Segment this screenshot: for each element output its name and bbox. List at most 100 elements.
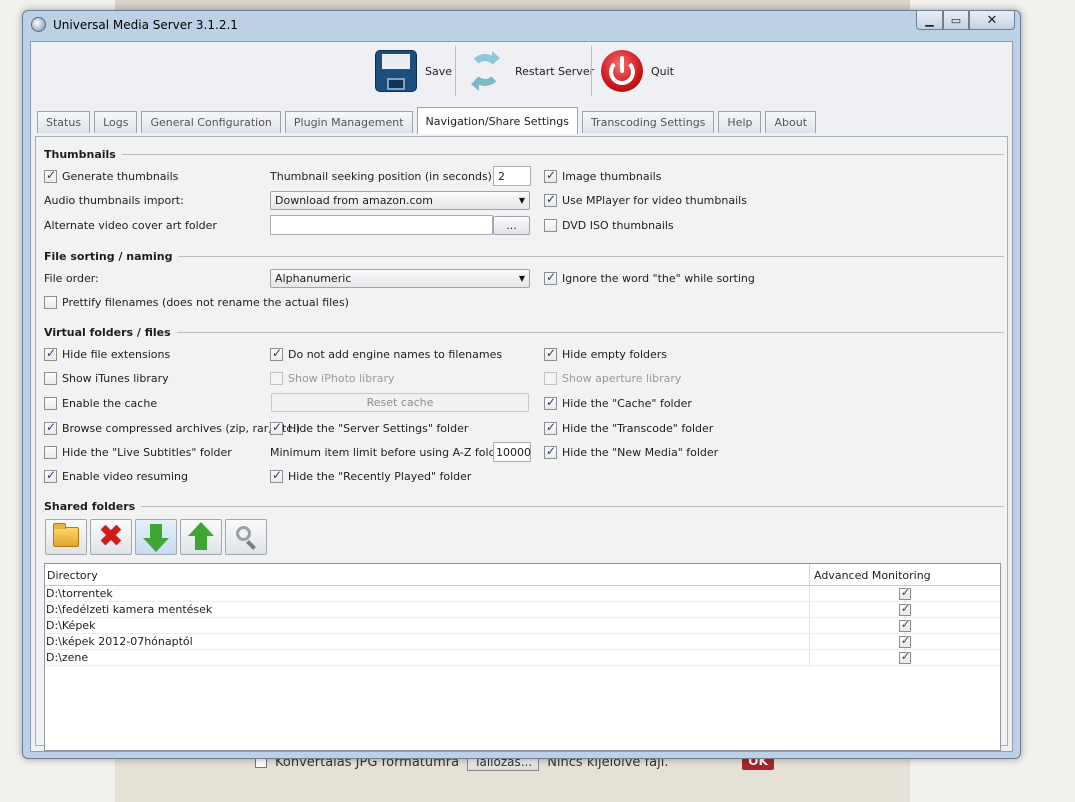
seek-position-input[interactable]: 2 — [493, 166, 531, 186]
hide-new-media-checkbox[interactable]: Hide the "New Media" folder — [544, 444, 718, 460]
table-row[interactable]: D:\Képek — [45, 617, 1000, 634]
column-header-advanced-monitoring[interactable]: Advanced Monitoring — [810, 564, 1000, 585]
mplayer-thumbnails-checkbox[interactable]: Use MPlayer for video thumbnails — [544, 192, 747, 208]
floppy-disk-icon — [375, 50, 417, 92]
save-button[interactable]: Save — [375, 46, 452, 96]
remove-folder-button[interactable]: ✖ — [90, 519, 132, 555]
checkbox-label: Show iPhoto library — [288, 371, 395, 385]
arrow-down-icon — [143, 524, 169, 552]
close-button[interactable]: ✕ — [969, 11, 1015, 30]
checkbox-box — [44, 396, 57, 410]
tab-help[interactable]: Help — [718, 111, 762, 133]
tab-general-configuration[interactable]: General Configuration — [141, 111, 281, 133]
shared-folders-section-header: Shared folders — [44, 499, 1004, 513]
quit-button[interactable]: Quit — [601, 46, 674, 96]
directory-cell: D:\fedélzeti kamera mentések — [45, 601, 810, 618]
table-row[interactable]: D:\képek 2012-07hónaptól — [45, 633, 1000, 650]
hide-transcode-folder-checkbox[interactable]: Hide the "Transcode" folder — [544, 420, 713, 436]
cover-art-folder-input[interactable] — [270, 215, 493, 235]
tab-about[interactable]: About — [765, 111, 817, 133]
no-engine-names-checkbox[interactable]: Do not add engine names to filenames — [270, 346, 502, 362]
advanced-monitoring-checkbox[interactable] — [899, 602, 911, 616]
minimize-icon: ▁ — [925, 13, 934, 27]
advanced-monitoring-checkbox[interactable] — [899, 650, 911, 664]
audio-thumbnails-select[interactable]: Download from amazon.com ▼ — [270, 191, 530, 210]
hide-empty-folders-checkbox[interactable]: Hide empty folders — [544, 346, 667, 362]
checkbox-label: DVD ISO thumbnails — [562, 218, 674, 232]
checkbox-box — [544, 371, 557, 385]
scan-folder-button[interactable] — [225, 519, 267, 555]
checkbox-box — [44, 371, 57, 385]
thumbnails-section-title: Thumbnails — [44, 147, 116, 161]
checkbox-box — [544, 444, 557, 459]
move-down-button[interactable] — [135, 519, 177, 555]
checkbox-label: Hide the "New Media" folder — [562, 445, 719, 459]
minimize-button[interactable]: ▁ — [916, 11, 943, 30]
checkbox-label: Prettify filenames (does not rename the … — [62, 295, 349, 309]
tab-transcoding-settings[interactable]: Transcoding Settings — [581, 111, 715, 133]
column-header-directory[interactable]: Directory — [45, 564, 810, 585]
app-icon — [31, 17, 46, 32]
checkbox-box — [270, 346, 283, 361]
monitoring-cell — [810, 586, 1000, 600]
directory-cell: D:\Képek — [45, 617, 810, 634]
hide-recently-played-checkbox[interactable]: Hide the "Recently Played" folder — [270, 468, 471, 484]
enable-video-resuming-checkbox[interactable]: Enable video resuming — [44, 468, 188, 484]
hide-server-settings-checkbox[interactable]: Hide the "Server Settings" folder — [270, 420, 468, 436]
checkbox-label: Use MPlayer for video thumbnails — [562, 193, 747, 207]
tab-status[interactable]: Status — [37, 111, 91, 133]
seek-position-label: Thumbnail seeking position (in seconds): — [270, 169, 496, 183]
dvd-iso-thumbnails-checkbox[interactable]: DVD ISO thumbnails — [544, 217, 674, 233]
checkbox-label: Do not add engine names to filenames — [288, 347, 503, 361]
prettify-filenames-checkbox[interactable]: Prettify filenames (does not rename the … — [44, 294, 349, 310]
title-bar[interactable]: Universal Media Server 3.1.2.1 ▁ ▭ ✕ — [23, 11, 1020, 39]
hide-file-extensions-checkbox[interactable]: Hide file extensions — [44, 346, 170, 362]
browse-cover-folder-button[interactable]: ... — [493, 216, 530, 235]
close-icon: ✕ — [986, 12, 998, 28]
table-row[interactable]: D:\torrentek — [45, 585, 1000, 602]
browse-archives-checkbox[interactable]: Browse compressed archives (zip, rar, et… — [44, 420, 300, 436]
file-order-select[interactable]: Alphanumeric ▼ — [270, 269, 530, 288]
tab-plugin-management[interactable]: Plugin Management — [284, 111, 413, 133]
checkbox-box — [544, 420, 557, 435]
cover-art-folder-label: Alternate video cover art folder — [44, 218, 217, 232]
checkbox-box — [270, 371, 283, 385]
add-folder-button[interactable] — [45, 519, 87, 555]
table-row[interactable]: D:\zene — [45, 649, 1000, 666]
checkbox-label: Show iTunes library — [62, 371, 169, 385]
advanced-monitoring-checkbox[interactable] — [899, 586, 911, 600]
checkbox-box — [544, 395, 557, 410]
ignore-the-checkbox[interactable]: Ignore the word "the" while sorting — [544, 270, 755, 286]
audio-thumbnails-label: Audio thumbnails import: — [44, 193, 184, 207]
dropdown-arrow-icon: ▼ — [518, 196, 525, 205]
app-window: Universal Media Server 3.1.2.1 ▁ ▭ ✕ Sav… — [22, 10, 1021, 759]
az-folder-limit-input[interactable]: 10000 — [493, 442, 531, 462]
table-header: Directory Advanced Monitoring — [45, 564, 1000, 586]
advanced-monitoring-checkbox[interactable] — [899, 618, 911, 632]
tab-navigation-share-settings[interactable]: Navigation/Share Settings — [416, 107, 578, 134]
checkbox-box — [544, 270, 557, 285]
checkbox-label: Hide the "Server Settings" folder — [288, 421, 469, 435]
hide-cache-folder-checkbox[interactable]: Hide the "Cache" folder — [544, 395, 692, 411]
maximize-button[interactable]: ▭ — [943, 11, 969, 30]
checkbox-box — [270, 420, 283, 435]
show-itunes-library-checkbox[interactable]: Show iTunes library — [44, 370, 169, 386]
table-row[interactable]: D:\fedélzeti kamera mentések — [45, 601, 1000, 618]
checkbox-label: Hide the "Transcode" folder — [562, 421, 714, 435]
generate-thumbnails-checkbox[interactable]: Generate thumbnails — [44, 168, 178, 184]
enable-cache-checkbox[interactable]: Enable the cache — [44, 395, 157, 411]
move-up-button[interactable] — [180, 519, 222, 555]
delete-x-icon: ✖ — [98, 519, 124, 554]
advanced-monitoring-checkbox[interactable] — [899, 634, 911, 648]
tab-bar: Status Logs General Configuration Plugin… — [37, 106, 820, 134]
restart-server-button[interactable]: Restart Server — [465, 46, 594, 96]
hide-live-subtitles-checkbox[interactable]: Hide the "Live Subtitles" folder — [44, 444, 232, 460]
maximize-icon: ▭ — [950, 13, 962, 27]
shared-folders-section-title: Shared folders — [44, 499, 136, 513]
toolbar-separator — [455, 46, 456, 96]
virtual-folders-section-header: Virtual folders / files — [44, 325, 1004, 339]
select-value: Download from amazon.com — [275, 194, 433, 207]
navigation-share-panel: Thumbnails Generate thumbnails Thumbnail… — [35, 136, 1008, 751]
tab-logs[interactable]: Logs — [94, 111, 138, 133]
image-thumbnails-checkbox[interactable]: Image thumbnails — [544, 168, 661, 184]
